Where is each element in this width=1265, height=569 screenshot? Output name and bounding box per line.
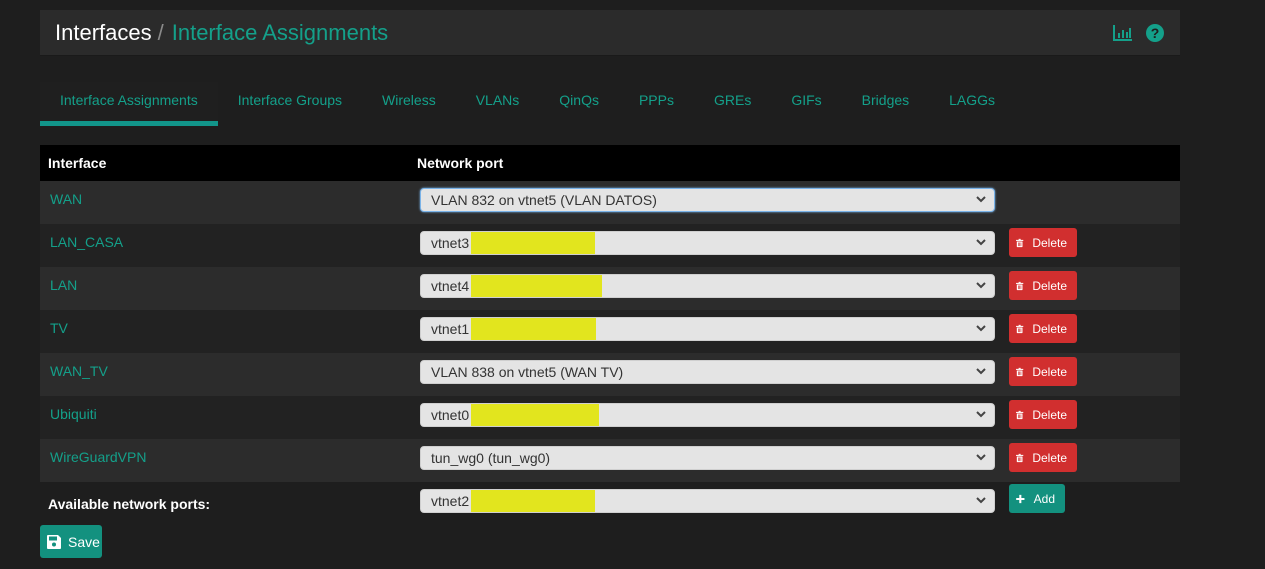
- redaction-mark: [471, 318, 596, 340]
- chevron-down-icon: [976, 497, 986, 504]
- network-port-select[interactable]: tun_wg0 (tun_wg0): [420, 446, 995, 470]
- tab-interface-groups[interactable]: Interface Groups: [218, 82, 362, 126]
- table-row: WAN VLAN 832 on vtnet5 (VLAN DATOS): [40, 181, 1180, 224]
- delete-button[interactable]: Delete: [1009, 314, 1077, 343]
- tab-qinqs[interactable]: QinQs: [539, 82, 619, 126]
- trash-icon: [1016, 410, 1024, 419]
- select-value: vtnet4: [431, 278, 470, 294]
- save-button[interactable]: Save: [40, 525, 102, 558]
- floppy-disk-icon: [47, 534, 61, 549]
- delete-button[interactable]: Delete: [1009, 357, 1077, 386]
- chevron-down-icon: [976, 368, 986, 375]
- tab-gres[interactable]: GREs: [694, 82, 771, 126]
- redaction-mark: [471, 275, 602, 297]
- interface-link[interactable]: WireGuardVPN: [50, 449, 146, 465]
- tab-bar: Interface Assignments Interface Groups W…: [40, 82, 1015, 126]
- select-value: vtnet2: [431, 493, 470, 509]
- available-ports-row: Available network ports: vtnet2 Add: [40, 482, 1180, 525]
- tab-vlans[interactable]: VLANs: [456, 82, 540, 126]
- table-row: WireGuardVPN tun_wg0 (tun_wg0) Delete: [40, 439, 1180, 482]
- delete-button[interactable]: Delete: [1009, 228, 1077, 257]
- interface-link[interactable]: Ubiquiti: [50, 406, 97, 422]
- interface-link[interactable]: WAN: [50, 191, 82, 207]
- select-value: VLAN 832 on vtnet5 (VLAN DATOS): [431, 192, 657, 208]
- redaction-mark: [471, 490, 595, 512]
- select-value: vtnet1: [431, 321, 470, 337]
- redaction-mark: [471, 232, 595, 254]
- chevron-down-icon: [976, 411, 986, 418]
- table-header: Interface Network port: [40, 145, 1180, 181]
- chevron-down-icon: [976, 196, 986, 203]
- redaction-mark: [471, 404, 599, 426]
- select-value: tun_wg0 (tun_wg0): [431, 450, 551, 466]
- plus-icon: [1016, 494, 1025, 503]
- interface-link[interactable]: TV: [50, 320, 68, 336]
- network-port-select[interactable]: VLAN 838 on vtnet5 (WAN TV): [420, 360, 995, 384]
- select-value: VLAN 838 on vtnet5 (WAN TV): [431, 364, 624, 380]
- help-icon[interactable]: ?: [1145, 23, 1165, 43]
- table-row: Ubiquiti vtnet0 Delete: [40, 396, 1180, 439]
- trash-icon: [1016, 324, 1024, 333]
- table-row: WAN_TV VLAN 838 on vtnet5 (WAN TV) Delet…: [40, 353, 1180, 396]
- breadcrumb: Interfaces / Interface Assignments: [55, 20, 388, 46]
- available-ports-label: Available network ports:: [48, 496, 211, 512]
- page-header: Interfaces / Interface Assignments ?: [40, 10, 1180, 56]
- available-port-select[interactable]: vtnet2: [420, 489, 995, 513]
- breadcrumb-separator: /: [157, 20, 164, 45]
- chevron-down-icon: [976, 454, 986, 461]
- delete-button[interactable]: Delete: [1009, 443, 1077, 472]
- network-port-select[interactable]: vtnet1: [420, 317, 995, 341]
- table-row: LAN vtnet4 Delete: [40, 267, 1180, 310]
- interface-link[interactable]: WAN_TV: [50, 363, 108, 379]
- chart-icon[interactable]: [1113, 23, 1133, 43]
- tab-interface-assignments[interactable]: Interface Assignments: [40, 82, 218, 126]
- network-port-select[interactable]: vtnet0: [420, 403, 995, 427]
- chevron-down-icon: [976, 282, 986, 289]
- interface-link[interactable]: LAN_CASA: [50, 234, 123, 250]
- interface-assignments-table: Interface Network port WAN VLAN 832 on v…: [40, 145, 1180, 525]
- chevron-down-icon: [976, 239, 986, 246]
- trash-icon: [1016, 367, 1024, 376]
- breadcrumb-current[interactable]: Interface Assignments: [172, 20, 388, 45]
- tab-gifs[interactable]: GIFs: [771, 82, 841, 126]
- delete-button[interactable]: Delete: [1009, 400, 1077, 429]
- tab-laggs[interactable]: LAGGs: [929, 82, 1015, 126]
- tab-ppps[interactable]: PPPs: [619, 82, 694, 126]
- column-header-interface: Interface: [48, 155, 107, 171]
- table-row: TV vtnet1 Delete: [40, 310, 1180, 353]
- trash-icon: [1016, 238, 1024, 247]
- select-value: vtnet0: [431, 407, 470, 423]
- chevron-down-icon: [976, 325, 986, 332]
- trash-icon: [1016, 281, 1024, 290]
- table-row: LAN_CASA vtnet3 Delete: [40, 224, 1180, 267]
- network-port-select[interactable]: vtnet3: [420, 231, 995, 255]
- network-port-select[interactable]: VLAN 832 on vtnet5 (VLAN DATOS): [420, 188, 995, 212]
- trash-icon: [1016, 453, 1024, 462]
- network-port-select[interactable]: vtnet4: [420, 274, 995, 298]
- tab-wireless[interactable]: Wireless: [362, 82, 456, 126]
- select-value: vtnet3: [431, 235, 470, 251]
- add-button[interactable]: Add: [1009, 484, 1065, 513]
- breadcrumb-root[interactable]: Interfaces: [55, 20, 152, 45]
- tab-bridges[interactable]: Bridges: [842, 82, 929, 126]
- delete-button[interactable]: Delete: [1009, 271, 1077, 300]
- column-header-network-port: Network port: [417, 155, 504, 171]
- interface-link[interactable]: LAN: [50, 277, 77, 293]
